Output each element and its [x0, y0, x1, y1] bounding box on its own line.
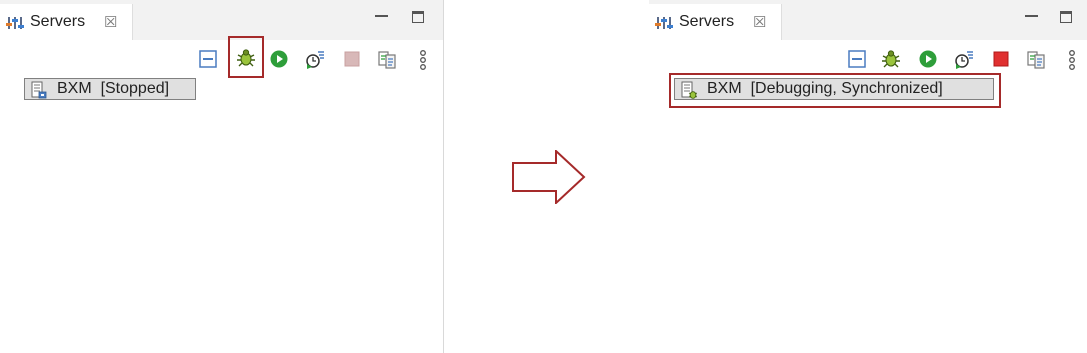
collapse-all-icon — [199, 50, 217, 68]
view-menu-button[interactable] — [1063, 48, 1085, 70]
minimize-button[interactable] — [373, 8, 391, 26]
minimize-icon — [1025, 15, 1038, 17]
debug-button[interactable] — [228, 36, 264, 78]
servers-view-icon — [6, 14, 24, 32]
server-debugging-icon — [681, 81, 698, 99]
servers-view-after: Servers ☒ BXM [Debugging, Synchronized] — [649, 0, 1087, 353]
start-server-icon — [919, 50, 937, 68]
server-name: BXM — [57, 80, 92, 97]
server-status: [Debugging, Synchronized] — [750, 80, 943, 97]
stop-server-button[interactable] — [341, 48, 363, 70]
tab-label: Servers — [30, 13, 86, 30]
start-server-button[interactable] — [917, 48, 939, 70]
profile-server-icon — [955, 51, 973, 69]
servers-view-icon — [655, 14, 673, 32]
debug-button[interactable] — [879, 47, 903, 71]
debug-bug-icon — [882, 50, 900, 68]
server-entry-bxm[interactable]: BXM [Debugging, Synchronized] — [674, 78, 994, 100]
profile-server-button[interactable] — [303, 48, 325, 70]
maximize-button[interactable] — [1058, 8, 1076, 26]
publish-button[interactable] — [1025, 48, 1047, 70]
maximize-icon — [412, 11, 424, 23]
servers-view-before: Servers ☒ BXM [Stopped] — [0, 0, 444, 353]
view-menu-icon — [1069, 50, 1075, 70]
tab-bar: Servers ☒ — [649, 0, 1087, 40]
view-menu-button[interactable] — [414, 48, 436, 70]
view-menu-icon — [420, 50, 426, 70]
close-icon[interactable]: ☒ — [104, 14, 117, 32]
tab-servers[interactable]: Servers ☒ — [649, 4, 782, 40]
stop-server-icon — [993, 51, 1009, 67]
close-icon[interactable]: ☒ — [753, 14, 766, 32]
maximize-icon — [1060, 11, 1072, 23]
tab-servers[interactable]: Servers ☒ — [0, 4, 133, 40]
minimize-button[interactable] — [1023, 8, 1041, 26]
collapse-all-button[interactable] — [197, 48, 219, 70]
tab-label: Servers — [679, 13, 735, 30]
server-label: BXM [Stopped] — [57, 80, 169, 98]
server-entry-bxm[interactable]: BXM [Stopped] — [24, 78, 196, 100]
collapse-all-button[interactable] — [846, 48, 868, 70]
server-status: [Stopped] — [100, 80, 170, 97]
start-server-button[interactable] — [268, 48, 290, 70]
server-stopped-icon — [31, 81, 47, 99]
tab-bar: Servers ☒ — [0, 0, 443, 40]
server-label: BXM [Debugging, Synchronized] — [707, 80, 943, 98]
stop-server-button[interactable] — [990, 48, 1012, 70]
maximize-button[interactable] — [410, 8, 428, 26]
profile-server-icon — [306, 51, 324, 69]
profile-server-button[interactable] — [952, 48, 974, 70]
collapse-all-icon — [848, 50, 866, 68]
server-name: BXM — [707, 80, 742, 97]
right-arrow-icon — [512, 150, 586, 204]
debug-bug-icon — [237, 49, 255, 67]
minimize-icon — [375, 15, 388, 17]
publish-icon — [378, 51, 396, 69]
stop-server-icon — [344, 51, 360, 67]
start-server-icon — [270, 50, 288, 68]
publish-button[interactable] — [376, 48, 398, 70]
publish-icon — [1027, 51, 1045, 69]
